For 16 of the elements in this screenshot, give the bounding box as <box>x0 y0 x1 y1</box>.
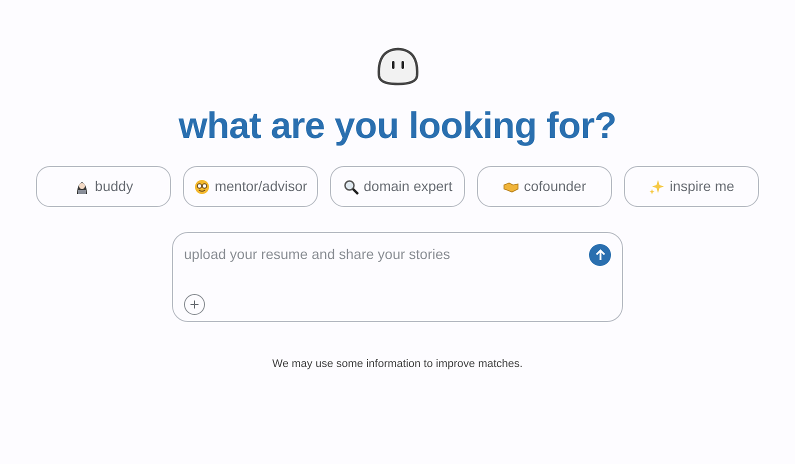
send-button[interactable] <box>589 244 611 266</box>
sparkles-icon <box>648 178 665 194</box>
mascot-logo <box>374 46 420 86</box>
option-button[interactable]: mentor/advisor <box>183 166 318 207</box>
plus-icon <box>190 300 199 309</box>
message-input[interactable]: upload your resume and share your stories <box>184 244 579 268</box>
option-button[interactable]: domain expert <box>330 166 465 207</box>
option-button[interactable]: inspire me <box>624 166 759 207</box>
option-button[interactable]: cofounder <box>477 166 612 207</box>
add-button[interactable] <box>184 294 205 315</box>
arrow-up-icon <box>594 249 606 261</box>
page-heading: what are you looking for? <box>178 104 616 148</box>
footnote: We may use some information to improve matches. <box>272 357 523 372</box>
option-button[interactable]: buddy <box>36 166 171 207</box>
magnifier-icon <box>342 178 359 194</box>
nerd-face-icon <box>194 178 210 194</box>
